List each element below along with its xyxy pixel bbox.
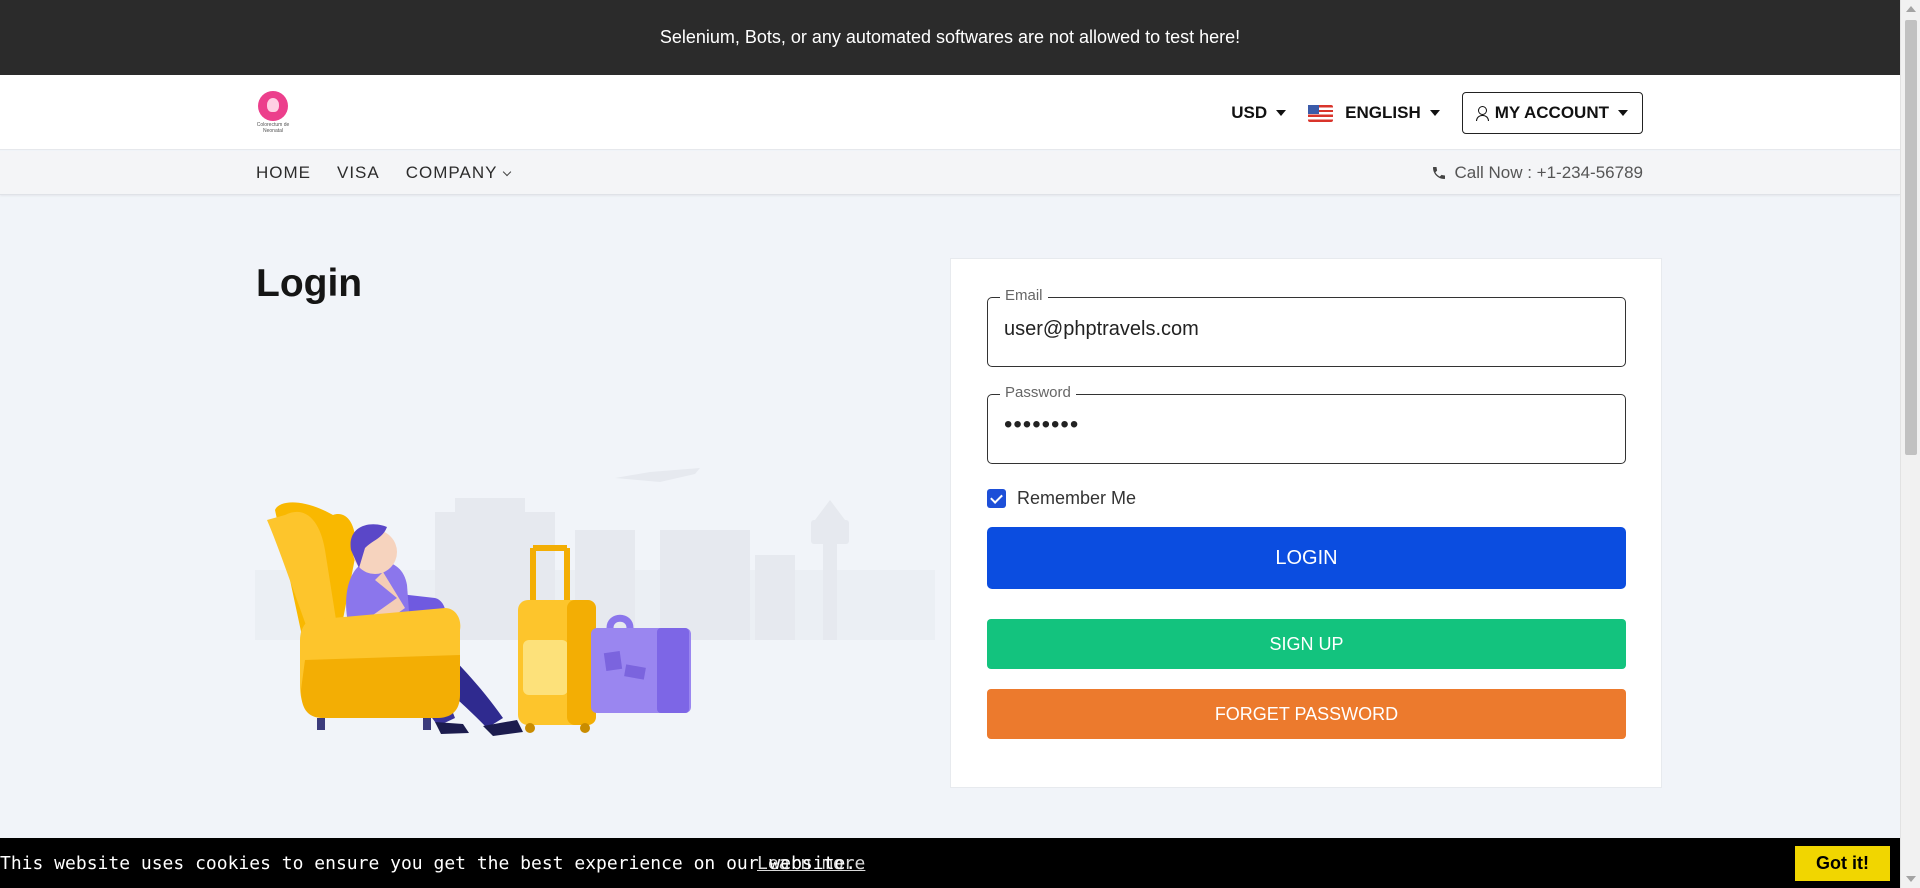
scroll-down-arrow-icon[interactable] (1906, 876, 1916, 882)
password-field-wrapper: Password (987, 384, 1626, 464)
login-card: Email Password Remember Me LOGIN SIGN UP… (950, 258, 1662, 788)
nav-item-home[interactable]: HOME (256, 163, 311, 183)
remember-me[interactable]: Remember Me (987, 488, 1136, 509)
call-now: Call Now : +1-234-56789 (1431, 151, 1643, 195)
currency-label: USD (1231, 103, 1268, 122)
logo-caption: Colorectum de Neonatal (256, 122, 290, 134)
language-dropdown[interactable]: ENGLISH (1308, 103, 1440, 123)
language-label: ENGLISH (1345, 103, 1421, 122)
email-field-wrapper: Email (987, 287, 1626, 367)
nav-links: HOME VISA COMPANY (256, 151, 512, 195)
top-notice-text: Selenium, Bots, or any automated softwar… (659, 27, 1241, 47)
password-input[interactable] (1004, 411, 1604, 439)
page-scrollbar[interactable] (1900, 0, 1920, 888)
account-label: MY ACCOUNT (1494, 103, 1609, 122)
nav-item-company-label: COMPANY (405, 163, 498, 182)
caret-down-icon (1618, 110, 1628, 116)
signup-button[interactable]: SIGN UP (987, 619, 1626, 669)
currency-dropdown[interactable]: USD (1231, 103, 1287, 123)
site-header: Colorectum de Neonatal USD ENGLISH MY AC… (0, 75, 1900, 150)
email-input[interactable] (1004, 318, 1604, 341)
email-label: Email (1000, 287, 1048, 304)
page-title: Login (256, 262, 363, 305)
user-icon (1475, 105, 1489, 121)
cookie-learn-more-link[interactable]: Learn more (757, 853, 865, 874)
scroll-up-arrow-icon[interactable] (1906, 6, 1916, 12)
forget-password-button[interactable]: FORGET PASSWORD (987, 689, 1626, 739)
remember-me-label: Remember Me (1017, 488, 1137, 508)
logo-icon (258, 91, 288, 121)
caret-down-icon (1429, 110, 1440, 116)
remember-me-checkbox[interactable] (987, 489, 1006, 508)
traveler-illustration (255, 468, 935, 736)
caret-down-icon (1276, 110, 1287, 116)
my-account-dropdown[interactable]: MY ACCOUNT (1461, 92, 1643, 134)
site-logo[interactable]: Colorectum de Neonatal (255, 91, 291, 135)
cookie-text: This website uses cookies to ensure you … (0, 853, 857, 874)
call-now-text: Call Now : +1-234-56789 (1454, 163, 1643, 182)
nav-item-visa[interactable]: VISA (337, 163, 380, 183)
top-notice-bar: Selenium, Bots, or any automated softwar… (0, 0, 1900, 75)
us-flag-icon (1308, 104, 1334, 122)
password-label: Password (1000, 384, 1076, 401)
cookie-banner: This website uses cookies to ensure you … (0, 838, 1900, 888)
login-button[interactable]: LOGIN (987, 527, 1626, 589)
chevron-down-icon (503, 167, 512, 177)
main-navbar: HOME VISA COMPANY Call Now : +1-234-5678… (0, 151, 1900, 195)
header-controls: USD ENGLISH MY ACCOUNT (1231, 92, 1643, 134)
phone-icon (1433, 167, 1446, 179)
cookie-accept-button[interactable]: Got it! (1795, 846, 1890, 881)
nav-item-company[interactable]: COMPANY (405, 163, 512, 183)
scrollbar-thumb[interactable] (1905, 20, 1917, 455)
